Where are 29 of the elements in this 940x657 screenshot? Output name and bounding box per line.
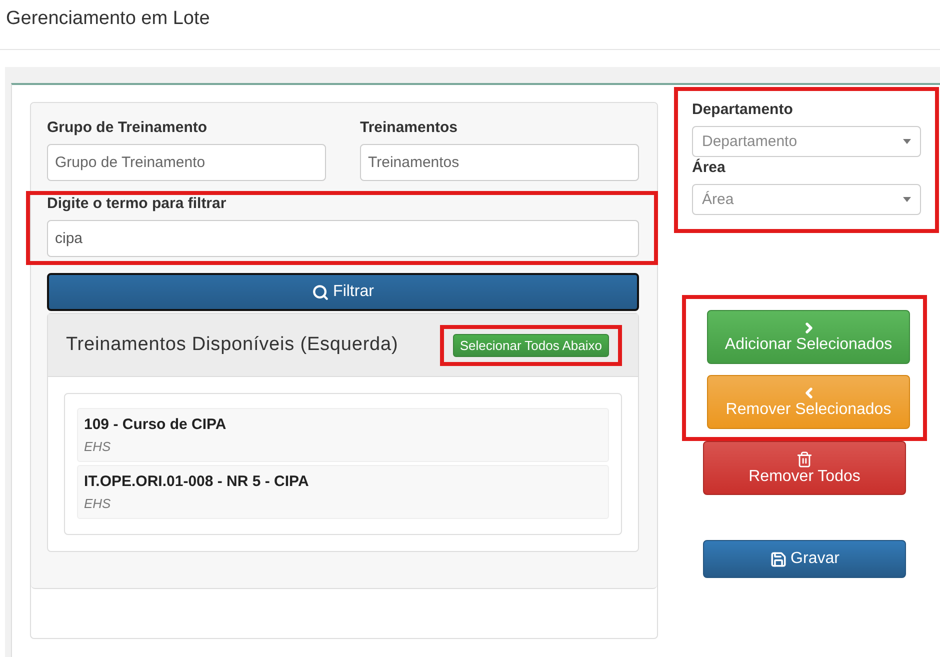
search-field[interactable]: cipa — [47, 220, 639, 257]
field-label: Grupo de Treinamento — [47, 119, 208, 136]
caret-icon — [903, 139, 911, 144]
dropdown-placeholder: Área — [702, 191, 734, 208]
field-label: Digite o termo para filtrar — [47, 195, 228, 212]
save-button[interactable]: Gravar — [703, 540, 906, 578]
training-name: IT.OPE.ORI.01-008 - NR 5 - CIPA — [84, 473, 310, 490]
dropdown-field[interactable]: Departamento — [692, 126, 921, 157]
save-icon — [770, 550, 787, 568]
dropdown-placeholder: Departamento — [702, 133, 798, 150]
select-all-button[interactable]: Selecionar Todos Abaixo — [452, 334, 609, 356]
input-field[interactable]: Grupo de Treinamento — [47, 144, 326, 181]
field-label: Departamento — [692, 101, 794, 118]
field-label: Treinamentos — [360, 119, 459, 136]
training-category: EHS — [84, 496, 112, 511]
field-label: Área — [692, 159, 726, 176]
caret-icon — [903, 197, 911, 202]
dropdown-field[interactable]: Área — [692, 184, 921, 215]
training-category: EHS — [84, 439, 112, 454]
training-item[interactable]: 109 - Curso de CIPA EHS — [77, 408, 609, 462]
training-item[interactable]: IT.OPE.ORI.01-008 - NR 5 - CIPA EHS — [77, 465, 609, 519]
panel-title: Treinamentos Disponíveis (Esquerda) — [66, 334, 398, 356]
search-icon — [312, 284, 330, 300]
remove-all-button[interactable]: Remover Todos — [703, 441, 906, 495]
input-field[interactable]: Treinamentos — [360, 144, 639, 181]
add-selected-button[interactable]: Adicionar Selecionados — [707, 310, 910, 364]
trash-icon — [796, 450, 813, 468]
training-name: 109 - Curso de CIPA — [84, 416, 228, 433]
filter-button[interactable]: Filtrar — [47, 273, 639, 311]
